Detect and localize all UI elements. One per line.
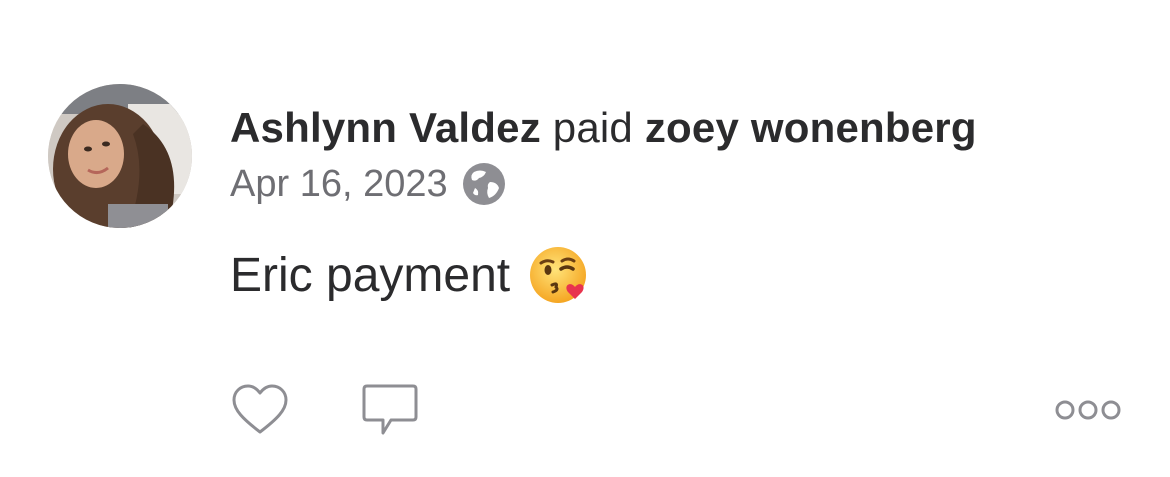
note-text: Eric payment [230, 248, 511, 302]
avatar[interactable] [48, 84, 192, 228]
payment-note: Eric payment [230, 240, 592, 310]
sender-name[interactable]: Ashlynn Valdez [230, 104, 541, 151]
recipient-name[interactable]: zoey wonenberg [645, 104, 977, 151]
heart-icon [232, 384, 288, 434]
action-bar [230, 380, 1130, 444]
meta-row: Apr 16, 2023 [230, 156, 508, 212]
comment-icon [362, 384, 418, 435]
payment-feed-item: Ashlynn Valdez paid zoey wonenberg Apr 1… [0, 0, 1170, 477]
comment-button[interactable] [360, 380, 420, 440]
payment-headline: Ashlynn Valdez paid zoey wonenberg [230, 100, 977, 156]
like-button[interactable] [230, 380, 290, 440]
payment-date: Apr 16, 2023 [230, 162, 448, 205]
kissing-face-emoji [528, 243, 592, 307]
globe-icon [460, 160, 508, 208]
more-options-icon [1055, 400, 1121, 420]
payment-verb: paid [552, 104, 633, 151]
more-options-button[interactable] [1052, 380, 1124, 440]
avatar-photo [48, 84, 192, 228]
